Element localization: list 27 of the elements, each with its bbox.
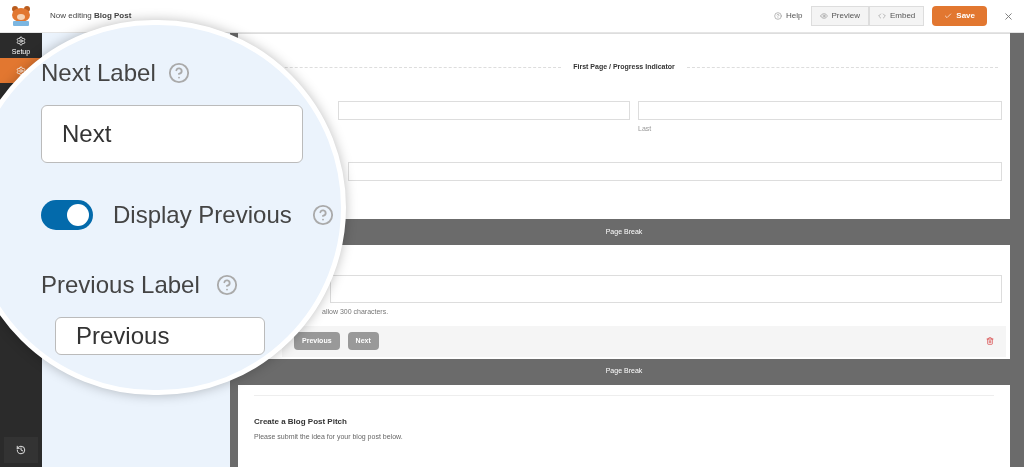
toolbar-button[interactable]: Preview (810, 6, 869, 26)
toolbar-button[interactable]: Embed (868, 6, 925, 26)
help-icon (774, 12, 783, 20)
eye-icon (819, 12, 828, 20)
input-field[interactable] (348, 162, 1002, 181)
mascot-logo-icon (9, 5, 33, 27)
gear-icon (16, 36, 26, 46)
next-label-input[interactable]: Next (41, 105, 303, 163)
next-label: Next Label (41, 58, 156, 88)
history-icon (16, 445, 26, 455)
previous-label-input[interactable]: Previous (55, 317, 265, 355)
help-link[interactable]: Help (766, 6, 811, 26)
revisions-button[interactable] (4, 437, 38, 463)
help-icon[interactable] (311, 204, 334, 226)
form-title: Create a Blog Post Pitch (254, 415, 348, 428)
gear-icon (16, 65, 26, 76)
toggle-switch[interactable] (41, 200, 93, 230)
help-icon[interactable] (167, 62, 190, 84)
close-icon[interactable] (1003, 10, 1014, 22)
check-icon (944, 12, 953, 20)
toggle-label: Display Previous (113, 200, 292, 230)
help-icon[interactable] (215, 274, 238, 296)
code-icon (877, 12, 886, 20)
previous-label: Previous Label (41, 270, 200, 300)
input-field[interactable] (638, 100, 1002, 120)
editing-title: Now editing Blog Post (50, 10, 132, 22)
trash-icon[interactable] (986, 337, 994, 345)
